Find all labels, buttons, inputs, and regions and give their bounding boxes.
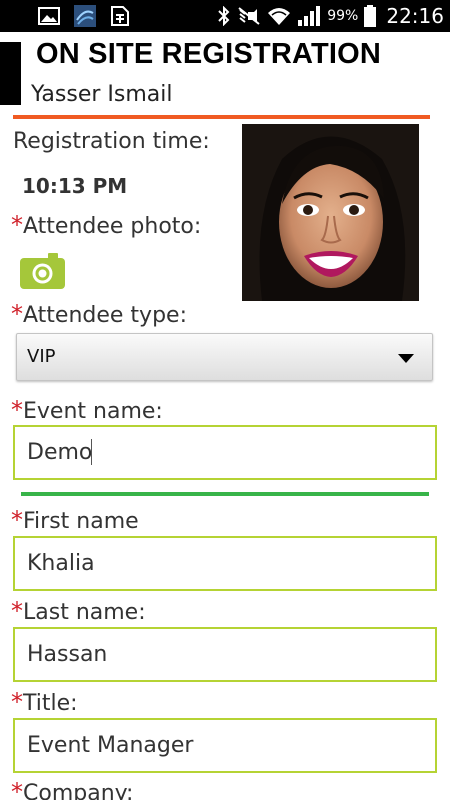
- event-name-label: *Event name:: [11, 396, 163, 424]
- attendee-type-label: *Attendee type:: [11, 300, 187, 328]
- company-label: *Company:: [11, 778, 133, 800]
- registration-screen: 99% 22:16 ON SITE REGISTRATION Yasser Is…: [0, 0, 450, 800]
- clock-time: 22:16: [386, 4, 444, 28]
- header-left-bar: [0, 42, 21, 105]
- image-icon: [38, 7, 60, 25]
- first-name-label: *First name: [11, 506, 139, 534]
- bluetooth-icon: [218, 6, 230, 26]
- registration-time-value: 10:13 PM: [22, 174, 128, 198]
- status-system: 99% 22:16: [217, 4, 444, 28]
- attendee-type-value: VIP: [27, 346, 56, 367]
- last-name-input[interactable]: [13, 627, 437, 682]
- app-icon: [74, 5, 96, 27]
- required-marker: *: [11, 778, 23, 800]
- sim-icon: [111, 6, 129, 26]
- required-marker: *: [11, 688, 23, 716]
- text-cursor: [91, 439, 92, 465]
- battery-icon: [364, 5, 377, 27]
- mute-icon: [238, 7, 260, 25]
- first-name-input[interactable]: [13, 536, 437, 591]
- required-marker: *: [11, 396, 23, 424]
- section-divider: [21, 492, 429, 496]
- attendee-photo: [242, 124, 419, 301]
- title-input[interactable]: [13, 718, 437, 773]
- wifi-icon: [268, 8, 291, 25]
- dropdown-arrow-icon: [398, 354, 414, 363]
- required-marker: *: [11, 597, 23, 625]
- user-name: Yasser Ismail: [31, 82, 173, 107]
- last-name-label: *Last name:: [11, 597, 146, 625]
- required-marker: *: [11, 300, 23, 328]
- title-label: *Title:: [11, 688, 78, 716]
- required-marker: *: [11, 211, 23, 239]
- event-name-input[interactable]: [13, 425, 437, 480]
- registration-time-label: Registration time:: [13, 129, 210, 154]
- battery-percentage: 99%: [327, 8, 359, 24]
- signal-icon: [298, 6, 321, 26]
- status-notifications: [38, 5, 130, 27]
- camera-button[interactable]: [20, 253, 65, 289]
- camera-icon: [20, 253, 65, 289]
- attendee-photo-label: *Attendee photo:: [11, 211, 202, 239]
- status-bar: 99% 22:16: [0, 0, 450, 32]
- required-marker: *: [11, 506, 23, 534]
- attendee-type-select[interactable]: VIP: [16, 333, 433, 381]
- header-divider: [13, 115, 430, 119]
- page-title: ON SITE REGISTRATION: [36, 38, 382, 70]
